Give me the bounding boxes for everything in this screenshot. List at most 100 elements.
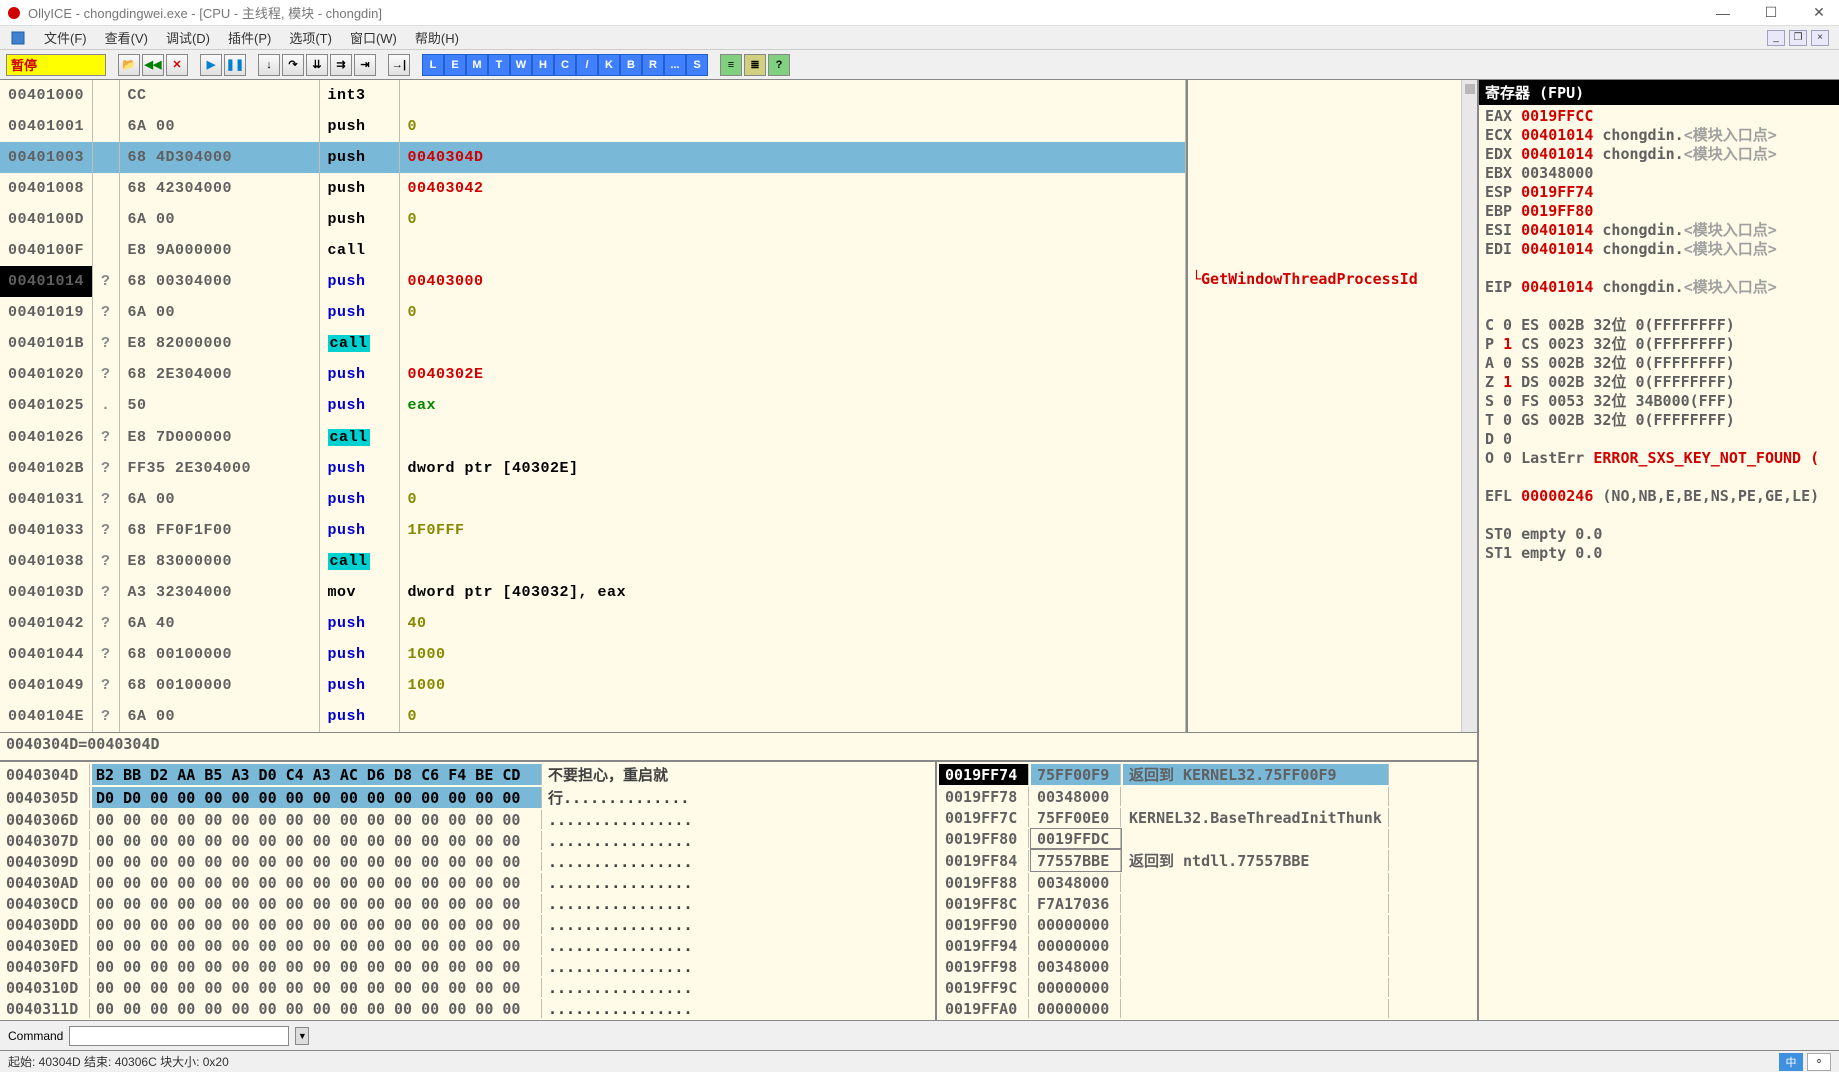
register-line[interactable]: EDI 00401014 chongdin.<模块入口点>	[1485, 240, 1833, 259]
disassembly-pane[interactable]: 00401000CCint3004010016A 00push000401003…	[0, 80, 1477, 732]
mdi-restore[interactable]: ❐	[1789, 30, 1807, 46]
register-line[interactable]: ECX 00401014 chongdin.<模块入口点>	[1485, 126, 1833, 145]
minimize-button[interactable]: —	[1709, 3, 1737, 23]
register-line[interactable]: Z 1 DS 002B 32位 0(FFFFFFFF)	[1485, 373, 1833, 392]
dump-row[interactable]: 004030AD00 00 00 00 00 00 00 00 00 00 00…	[2, 873, 697, 892]
register-line[interactable]: ESP 0019FF74	[1485, 183, 1833, 202]
disasm-row[interactable]: 00401020?68 2E304000push0040302E	[0, 359, 1185, 390]
hexdump-pane[interactable]: 0040304DB2 BB D2 AA B5 A3 D0 C4 A3 AC D6…	[0, 762, 937, 1020]
tb-window-b[interactable]: B	[620, 54, 642, 76]
menu-plugins[interactable]: 插件(P)	[228, 28, 271, 47]
dump-row[interactable]: 004030DD00 00 00 00 00 00 00 00 00 00 00…	[2, 915, 697, 934]
register-line[interactable]: ST1 empty 0.0	[1485, 544, 1833, 563]
stack-row[interactable]: 0019FF9800348000	[939, 957, 1389, 976]
tb-window-e[interactable]: E	[444, 54, 466, 76]
disasm-row[interactable]: 004010016A 00push0	[0, 111, 1185, 142]
tb-pause[interactable]: ❚❚	[224, 54, 246, 76]
registers-pane[interactable]: 寄存器 (FPU) EAX 0019FFCCECX 00401014 chong…	[1479, 80, 1839, 1020]
register-line[interactable]: D 0	[1485, 430, 1833, 449]
tb-window-k[interactable]: K	[598, 54, 620, 76]
register-line[interactable]: ST0 empty 0.0	[1485, 525, 1833, 544]
tb-traceover[interactable]: ⇉	[330, 54, 352, 76]
disasm-row[interactable]: 0040102B?FF35 2E304000pushdword ptr [403…	[0, 453, 1185, 484]
disasm-row[interactable]: 0040100368 4D304000push0040304D	[0, 142, 1185, 173]
disasm-row[interactable]: 00401044?68 00100000push1000	[0, 639, 1185, 670]
disasm-row[interactable]: 00401014?68 00304000push00403000	[0, 266, 1185, 297]
dump-row[interactable]: 004030FD00 00 00 00 00 00 00 00 00 00 00…	[2, 957, 697, 976]
tb-traceinto[interactable]: ⇊	[306, 54, 328, 76]
dump-row[interactable]: 0040310D00 00 00 00 00 00 00 00 00 00 00…	[2, 978, 697, 997]
close-button[interactable]: ✕	[1805, 3, 1833, 23]
stack-row[interactable]: 0019FF7C75FF00E0KERNEL32.BaseThreadInitT…	[939, 808, 1389, 827]
register-line[interactable]: T 0 GS 002B 32位 0(FFFFFFFF)	[1485, 411, 1833, 430]
disasm-row[interactable]: 00401026?E8 7D000000call	[0, 422, 1185, 453]
tb-window-w[interactable]: W	[510, 54, 532, 76]
register-line[interactable]: EDX 00401014 chongdin.<模块入口点>	[1485, 145, 1833, 164]
stack-row[interactable]: 0019FF9C00000000	[939, 978, 1389, 997]
tb-window-s[interactable]: S	[686, 54, 708, 76]
register-line[interactable]: EBX 00348000	[1485, 164, 1833, 183]
disasm-row[interactable]: 0040104E?6A 00push0	[0, 701, 1185, 732]
disasm-row[interactable]: 00401033?68 FF0F1F00push1F0FFF	[0, 515, 1185, 546]
stack-row[interactable]: 0019FF8800348000	[939, 873, 1389, 892]
command-input[interactable]	[69, 1026, 289, 1046]
disasm-row[interactable]: 00401038?E8 83000000call	[0, 546, 1185, 577]
stack-row[interactable]: 0019FF8477557BBE返回到 ntdll.77557BBE	[939, 850, 1389, 871]
register-line[interactable]	[1485, 259, 1833, 278]
tb-window-/[interactable]: /	[576, 54, 598, 76]
dump-row[interactable]: 0040304DB2 BB D2 AA B5 A3 D0 C4 A3 AC D6…	[2, 764, 697, 785]
disasm-row[interactable]: 00401031?6A 00push0	[0, 484, 1185, 515]
stack-row[interactable]: 0019FF9000000000	[939, 915, 1389, 934]
tb-window-m[interactable]: M	[466, 54, 488, 76]
register-line[interactable]: A 0 SS 002B 32位 0(FFFFFFFF)	[1485, 354, 1833, 373]
stack-row[interactable]: 0019FF7800348000	[939, 787, 1389, 806]
tb-execret[interactable]: ⇥	[354, 54, 376, 76]
ime-indicator[interactable]: 中	[1779, 1053, 1803, 1071]
dump-row[interactable]: 004030ED00 00 00 00 00 00 00 00 00 00 00…	[2, 936, 697, 955]
mdi-close[interactable]: ×	[1811, 30, 1829, 46]
dump-row[interactable]: 0040311D00 00 00 00 00 00 00 00 00 00 00…	[2, 999, 697, 1018]
dump-row[interactable]: 004030CD00 00 00 00 00 00 00 00 00 00 00…	[2, 894, 697, 913]
tb-window-...[interactable]: ...	[664, 54, 686, 76]
tb-window-r[interactable]: R	[642, 54, 664, 76]
mdi-minimize[interactable]: _	[1767, 30, 1785, 46]
stack-row[interactable]: 0019FF800019FFDC	[939, 829, 1389, 848]
tb-settings1[interactable]: ≡	[720, 54, 742, 76]
stack-row[interactable]: 0019FFA000000000	[939, 999, 1389, 1018]
register-line[interactable]	[1485, 297, 1833, 316]
tb-run[interactable]: ▶	[200, 54, 222, 76]
register-line[interactable]: S 0 FS 0053 32位 34B000(FFF)	[1485, 392, 1833, 411]
menu-debug[interactable]: 调试(D)	[166, 28, 210, 47]
register-line[interactable]: P 1 CS 0023 32位 0(FFFFFFFF)	[1485, 335, 1833, 354]
menu-help[interactable]: 帮助(H)	[415, 28, 459, 47]
register-line[interactable]: ESI 00401014 chongdin.<模块入口点>	[1485, 221, 1833, 240]
stack-pane[interactable]: 0019FF7475FF00F9返回到 KERNEL32.75FF00F9001…	[937, 762, 1477, 1020]
tb-window-c[interactable]: C	[554, 54, 576, 76]
menu-view[interactable]: 查看(V)	[105, 28, 148, 47]
tb-help[interactable]: ?	[768, 54, 790, 76]
menu-file[interactable]: 文件(F)	[44, 28, 87, 47]
dump-row[interactable]: 0040307D00 00 00 00 00 00 00 00 00 00 00…	[2, 831, 697, 850]
menu-window[interactable]: 窗口(W)	[350, 28, 397, 47]
tb-open[interactable]: 📂	[118, 54, 140, 76]
tb-window-l[interactable]: L	[422, 54, 444, 76]
tb-stepinto[interactable]: ↓	[258, 54, 280, 76]
register-line[interactable]: EIP 00401014 chongdin.<模块入口点>	[1485, 278, 1833, 297]
stack-row[interactable]: 0019FF9400000000	[939, 936, 1389, 955]
maximize-button[interactable]: ☐	[1757, 3, 1785, 23]
register-line[interactable]	[1485, 506, 1833, 525]
disasm-row[interactable]: 00401000CCint3	[0, 80, 1185, 111]
command-dropdown[interactable]: ▼	[295, 1027, 309, 1045]
disasm-row[interactable]: 00401049?68 00100000push1000	[0, 670, 1185, 701]
menu-options[interactable]: 选项(T)	[289, 28, 332, 47]
stack-row[interactable]: 0019FF8CF7A17036	[939, 894, 1389, 913]
dump-row[interactable]: 0040305DD0 D0 00 00 00 00 00 00 00 00 00…	[2, 787, 697, 808]
disasm-row[interactable]: 0040100D6A 00push0	[0, 204, 1185, 235]
tb-goto[interactable]: →|	[388, 54, 410, 76]
disasm-row[interactable]: 0040100868 42304000push00403042	[0, 173, 1185, 204]
tb-close[interactable]: ✕	[166, 54, 188, 76]
tb-window-h[interactable]: H	[532, 54, 554, 76]
disasm-row[interactable]: 00401042?6A 40push40	[0, 608, 1185, 639]
disasm-row[interactable]: 00401019?6A 00push0	[0, 297, 1185, 328]
dump-row[interactable]: 0040306D00 00 00 00 00 00 00 00 00 00 00…	[2, 810, 697, 829]
